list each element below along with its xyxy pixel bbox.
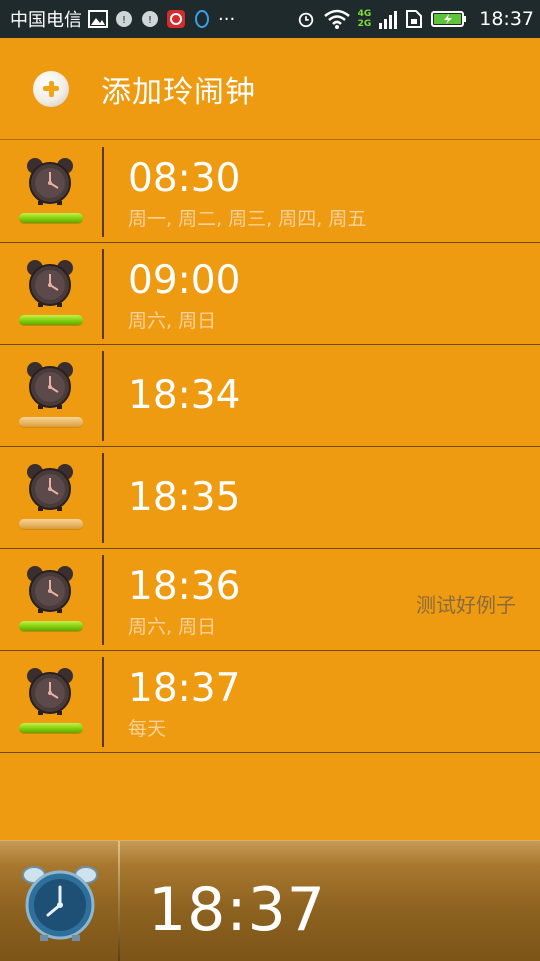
alarm-repeat-days: 周六, 周日 (128, 310, 217, 332)
alarm-toggle-area[interactable] (0, 651, 102, 753)
item-divider (102, 657, 104, 747)
analog-alarm-clock-icon (22, 866, 98, 941)
alarm-clock-icon (27, 158, 73, 205)
alarm-enabled-indicator (19, 723, 83, 733)
current-time-bar: 18:37 (0, 840, 540, 961)
qq-icon (195, 10, 209, 28)
carrier-label: 中国电信 (10, 10, 82, 31)
alarm-disabled-indicator (19, 519, 83, 529)
plus-circle-icon (33, 70, 69, 107)
alarm-toggle-area[interactable] (0, 243, 102, 345)
alarm-toggle-area[interactable] (0, 141, 102, 243)
alarm-item[interactable]: 18:34 (0, 345, 540, 447)
alarm-item[interactable]: 18:37 每天 (0, 651, 540, 753)
item-divider (102, 147, 104, 237)
alarm-repeat-days: 每天 (128, 718, 167, 740)
alarm-clock-icon (27, 566, 73, 613)
network-4g-label: 4G (357, 9, 372, 19)
red-app-icon (167, 10, 185, 28)
status-time: 18:37 (479, 8, 534, 30)
alarm-disabled-indicator (19, 417, 83, 427)
alarm-time: 18:37 (128, 666, 241, 711)
app-notification-icon-2: ! (142, 11, 158, 27)
battery-icon (431, 11, 467, 27)
network-type-indicator: 4G 2G (358, 9, 372, 29)
alarm-list: 08:30 周一, 周二, 周三, 周四, 周五 09:00 周六, 周日 18… (0, 141, 540, 753)
network-2g-label: 2G (357, 19, 372, 29)
item-divider (102, 249, 104, 339)
alarm-time: 18:36 (128, 564, 241, 609)
gallery-notification-icon (88, 10, 108, 28)
alarm-item[interactable]: 08:30 周一, 周二, 周三, 周四, 周五 (0, 141, 540, 243)
alarm-repeat-days: 周一, 周二, 周三, 周四, 周五 (128, 208, 367, 230)
alarm-time: 18:34 (128, 373, 241, 418)
alarm-item[interactable]: 18:35 (0, 447, 540, 549)
add-alarm-label: 添加玲闹钟 (101, 74, 256, 110)
wifi-icon (323, 9, 350, 29)
svg-text:!: ! (148, 15, 152, 26)
alarm-enabled-indicator (19, 213, 83, 223)
alarm-label: 测试好例子 (416, 593, 516, 617)
status-bar: 中国电信 ! ! ··· 4G 2G 18:37 (0, 0, 540, 38)
alarm-toggle-area[interactable] (0, 447, 102, 549)
alarm-toggle-area[interactable] (0, 345, 102, 447)
alarm-time: 09:00 (128, 258, 241, 303)
more-notifications-icon: ··· (218, 8, 236, 30)
signal-icon (379, 11, 398, 29)
alarm-toggle-area[interactable] (0, 549, 102, 651)
item-divider (102, 351, 104, 441)
alarm-status-icon (298, 12, 313, 28)
alarm-repeat-days: 周六, 周日 (128, 616, 217, 638)
alarm-item[interactable]: 18:36 周六, 周日 测试好例子 (0, 549, 540, 651)
alarm-clock-icon (27, 362, 73, 409)
current-time: 18:37 (148, 875, 326, 945)
app-notification-icon: ! (116, 11, 132, 27)
alarm-enabled-indicator (19, 315, 83, 325)
item-divider (102, 555, 104, 645)
alarm-time: 08:30 (128, 156, 241, 201)
alarm-item[interactable]: 09:00 周六, 周日 (0, 243, 540, 345)
alarm-clock-icon (27, 668, 73, 715)
add-alarm-row[interactable]: 添加玲闹钟 (0, 38, 540, 140)
alarm-enabled-indicator (19, 621, 83, 631)
footer-divider (118, 841, 120, 961)
sim-icon (406, 10, 423, 28)
item-divider (102, 453, 104, 543)
alarm-time: 18:35 (128, 475, 241, 520)
alarm-clock-icon (27, 464, 73, 511)
svg-text:!: ! (122, 15, 126, 26)
alarm-clock-icon (27, 260, 73, 307)
